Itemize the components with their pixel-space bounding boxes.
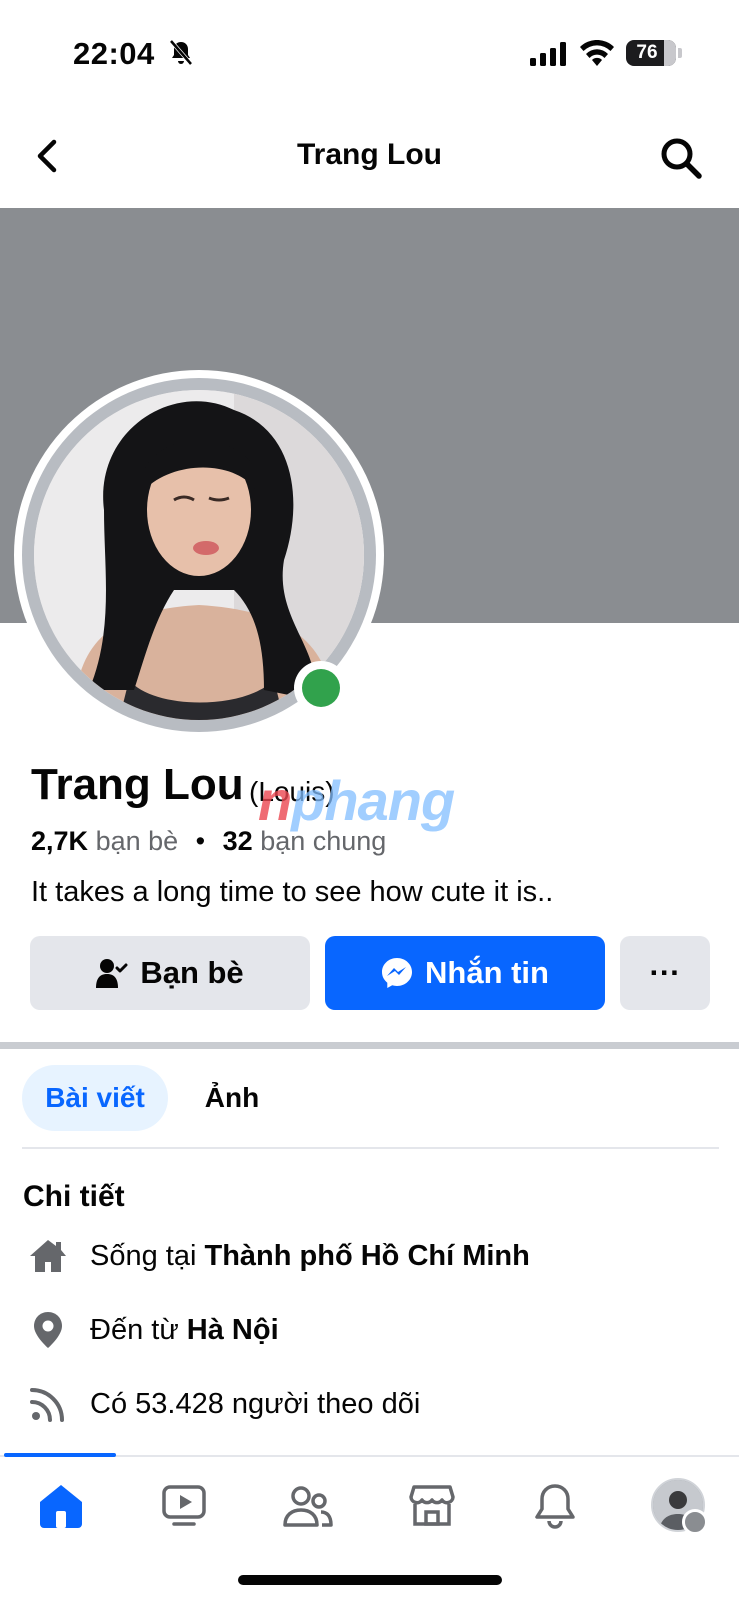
bell-muted-icon [170,40,192,66]
separator-dot: • [195,826,206,856]
rss-feed-icon [30,1388,64,1422]
detail-row-lives-in: Sống tại Thành phố Hồ Chí Minh [0,1232,739,1282]
marketplace-icon [409,1485,455,1526]
status-bar: 22:04 76 [0,0,739,100]
battery-percent: 76 [636,42,658,63]
active-tab-indicator [4,1453,116,1457]
bell-icon [535,1484,575,1529]
battery-empty-portion [664,40,676,66]
online-status-dot [302,669,340,707]
page-title: Trang Lou [297,138,442,171]
hometown-city[interactable]: Hà Nội [187,1314,279,1346]
message-button[interactable]: Nhắn tin [325,936,605,1010]
bottom-tab-marketplace[interactable] [404,1478,460,1534]
bottom-tab-notifications[interactable] [527,1478,583,1534]
details-heading: Chi tiết [23,1180,125,1213]
wifi-icon [580,40,614,66]
detail-row-from: Đến từ Hà Nội [0,1306,739,1356]
watermark-logo: nphang [258,769,455,832]
home-icon [30,1240,66,1272]
profile-nav-bar: Trang Lou [0,120,739,200]
friends-button[interactable]: Bạn bè [30,936,310,1010]
more-options-button[interactable]: ··· [620,936,710,1010]
cellular-signal-icon [530,42,566,66]
battery-cap [678,48,682,58]
friends-label: bạn bè [95,826,179,856]
friends-icon [283,1486,333,1527]
more-options-icon: ··· [649,955,681,990]
detail-text-followers[interactable]: Có 53.428 người theo dõi [90,1388,420,1421]
search-icon[interactable] [659,136,703,180]
home-indicator[interactable] [238,1575,502,1585]
detail-text-from: Đến từ Hà Nội [90,1314,279,1346]
tab-photos[interactable]: Ảnh [186,1065,278,1131]
tab-posts[interactable]: Bài viết [22,1065,168,1131]
bottom-tab-video[interactable] [156,1478,212,1534]
home-filled-icon [40,1485,82,1528]
profile-name: Trang Lou [31,760,244,809]
friend-check-icon [96,959,128,988]
mutual-friends-count: 32 [222,826,253,856]
battery-indicator: 76 [626,40,676,66]
messenger-icon [382,958,412,988]
video-icon [162,1485,206,1526]
friends-button-label: Bạn bè [140,955,244,990]
detail-text-lives-in: Sống tại Thành phố Hồ Chí Minh [90,1240,530,1272]
friend-stats[interactable]: 2,7K bạn bè • 32 bạn chung [31,826,386,857]
profile-bio: It takes a long time to see how cute it … [31,876,554,908]
location-pin-icon [34,1312,62,1348]
detail-row-followers: Có 53.428 người theo dõi [0,1380,739,1430]
bottom-tab-home[interactable] [33,1478,89,1534]
tabs-divider [22,1147,719,1149]
section-divider [0,1042,739,1049]
lives-in-city[interactable]: Thành phố Hồ Chí Minh [204,1240,529,1272]
friends-count: 2,7K [31,826,89,856]
status-time: 22:04 [73,36,155,71]
mutual-friends-label: bạn chung [260,826,387,856]
bottom-tab-friends[interactable] [280,1478,336,1534]
menu-badge-icon [682,1509,708,1535]
message-button-label: Nhắn tin [425,955,549,990]
